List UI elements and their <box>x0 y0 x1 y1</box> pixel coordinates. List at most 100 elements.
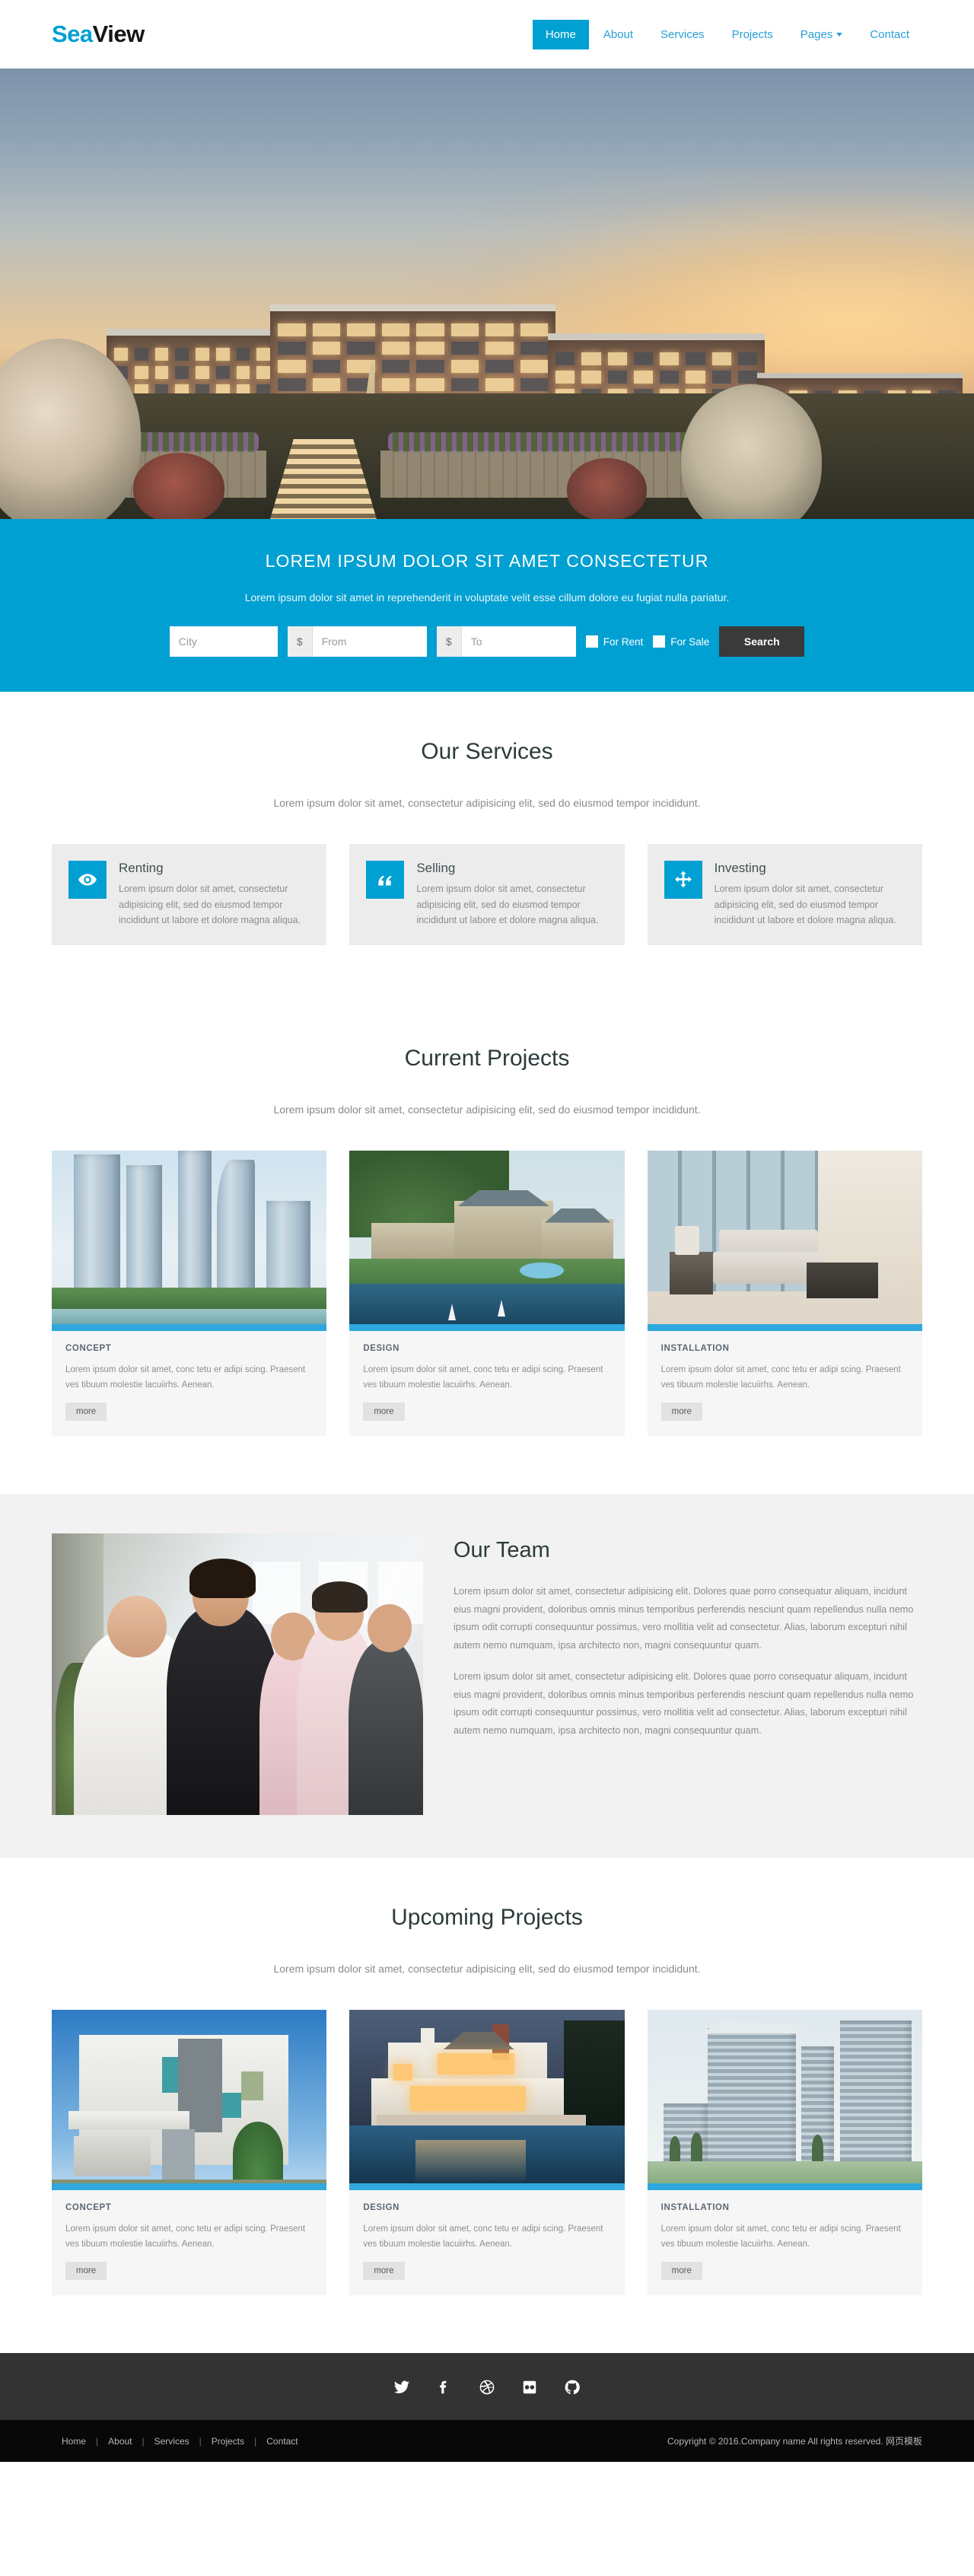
project-more-button[interactable]: more <box>65 2262 107 2281</box>
price-to-input[interactable] <box>461 626 576 657</box>
band-heading: LOREM IPSUM DOLOR SIT AMET CONSECTETUR <box>265 551 709 571</box>
search-button[interactable]: Search <box>719 626 805 657</box>
project-thumbnail-interior <box>647 1150 922 1331</box>
project-text: Lorem ipsum dolor sit amet, conc tetu er… <box>660 1364 901 1390</box>
price-to-field-wrapper: $ <box>436 626 576 657</box>
site-logo[interactable]: SeaView <box>52 21 145 48</box>
facebook-icon[interactable] <box>436 2379 453 2396</box>
nav-item-about[interactable]: About <box>590 20 646 49</box>
nav-item-services[interactable]: Services <box>648 20 718 49</box>
project-text: Lorem ipsum dolor sit amet, conc tetu er… <box>65 1364 306 1390</box>
project-card[interactable]: DESIGN Lorem ipsum dolor sit amet, conc … <box>349 2010 625 2296</box>
upcoming-projects-row: CONCEPT Lorem ipsum dolor sit amet, conc… <box>52 2010 922 2345</box>
footer-link-home[interactable]: Home <box>52 2436 96 2447</box>
service-title: Selling <box>416 861 456 875</box>
project-text: Lorem ipsum dolor sit amet, conc tetu er… <box>363 2224 603 2250</box>
nav-item-contact[interactable]: Contact <box>857 20 922 49</box>
move-arrows-icon <box>664 861 702 899</box>
eye-icon <box>68 861 107 899</box>
hero-red-tree-right <box>567 458 647 519</box>
footer-link-projects[interactable]: Projects <box>202 2436 254 2447</box>
project-text: Lorem ipsum dolor sit amet, conc tetu er… <box>660 2224 901 2250</box>
current-projects-lead: Lorem ipsum dolor sit amet, consectetur … <box>273 1103 701 1116</box>
price-from-input[interactable] <box>312 626 427 657</box>
nav-item-home[interactable]: Home <box>532 19 589 49</box>
chevron-down-icon <box>836 33 843 37</box>
city-field-wrapper <box>169 626 278 657</box>
project-more-button[interactable]: more <box>660 1403 702 1422</box>
project-thumbnail-resort <box>349 1150 625 1331</box>
social-links <box>0 2379 974 2396</box>
for-sale-label: For Sale <box>670 635 710 648</box>
hero-image <box>0 68 974 519</box>
currency-icon-to: $ <box>436 626 462 657</box>
project-title: INSTALLATION <box>660 1343 730 1353</box>
footer-social-bar <box>0 2353 974 2421</box>
project-title: DESIGN <box>363 1343 400 1353</box>
current-projects-heading: Current Projects <box>404 1045 570 1071</box>
upcoming-projects-heading: Upcoming Projects <box>391 1905 583 1931</box>
project-thumbnail-villa <box>349 2010 625 2191</box>
nav-item-projects[interactable]: Projects <box>719 20 786 49</box>
footer-link-about[interactable]: About <box>98 2436 142 2447</box>
team-row: Our Team Lorem ipsum dolor sit amet, con… <box>52 1533 922 1816</box>
project-thumbnail-modern-house <box>52 2010 327 2191</box>
site-header: SeaView Home About Services Projects Pag… <box>0 0 974 68</box>
project-more-button[interactable]: more <box>65 1403 107 1422</box>
project-thumbnail-office-tower <box>647 2010 922 2191</box>
property-search-bar: $ $ For Rent For Sale Search <box>0 626 974 657</box>
service-title: Renting <box>119 861 164 875</box>
for-rent-checkbox[interactable]: For Rent <box>585 635 644 648</box>
service-text: Lorem ipsum dolor sit amet, consectetur … <box>119 884 301 926</box>
checkbox-box-sale[interactable] <box>653 635 666 648</box>
services-section: Our Services Lorem ipsum dolor sit amet,… <box>0 692 974 998</box>
footer-link-services[interactable]: Services <box>145 2436 199 2447</box>
project-title: CONCEPT <box>65 2203 112 2213</box>
twitter-icon[interactable] <box>393 2379 410 2396</box>
band-subheading: Lorem ipsum dolor sit amet in reprehende… <box>244 591 730 603</box>
team-paragraph: Lorem ipsum dolor sit amet, consectetur … <box>454 1586 914 1651</box>
project-title: INSTALLATION <box>660 2203 730 2213</box>
nav-item-pages[interactable]: Pages <box>788 20 856 49</box>
flickr-icon[interactable] <box>521 2379 538 2396</box>
logo-text-secondary: View <box>92 21 145 47</box>
project-card[interactable]: CONCEPT Lorem ipsum dolor sit amet, conc… <box>52 2010 327 2296</box>
project-more-button[interactable]: more <box>660 2262 702 2281</box>
project-card[interactable]: CONCEPT Lorem ipsum dolor sit amet, conc… <box>52 1150 327 1437</box>
service-card-renting[interactable]: Renting Lorem ipsum dolor sit amet, cons… <box>52 844 327 945</box>
service-card-investing[interactable]: Investing Lorem ipsum dolor sit amet, co… <box>647 844 922 945</box>
hero-retaining-wall-right <box>380 451 715 498</box>
for-rent-label: For Rent <box>603 635 644 648</box>
service-text: Lorem ipsum dolor sit amet, consectetur … <box>714 884 896 926</box>
team-text: Our Team Lorem ipsum dolor sit amet, con… <box>454 1533 922 1753</box>
current-projects-section: Current Projects Lorem ipsum dolor sit a… <box>0 998 974 1494</box>
project-card[interactable]: INSTALLATION Lorem ipsum dolor sit amet,… <box>647 2010 922 2296</box>
footer-link-contact[interactable]: Contact <box>256 2436 307 2447</box>
search-band: LOREM IPSUM DOLOR SIT AMET CONSECTETUR L… <box>0 519 974 692</box>
project-title: CONCEPT <box>65 1343 112 1353</box>
nav-item-pages-label: Pages <box>800 27 833 41</box>
github-icon[interactable] <box>564 2379 581 2396</box>
project-card[interactable]: DESIGN Lorem ipsum dolor sit amet, conc … <box>349 1150 625 1437</box>
quote-icon <box>366 861 405 899</box>
service-text: Lorem ipsum dolor sit amet, consectetur … <box>416 884 599 926</box>
dribbble-icon[interactable] <box>479 2379 495 2396</box>
logo-text-primary: Sea <box>52 21 93 47</box>
service-card-selling[interactable]: Selling Lorem ipsum dolor sit amet, cons… <box>349 844 625 945</box>
project-more-button[interactable]: more <box>363 2262 405 2281</box>
team-paragraph: Lorem ipsum dolor sit amet, consectetur … <box>454 1671 914 1736</box>
project-text: Lorem ipsum dolor sit amet, conc tetu er… <box>363 1364 603 1390</box>
footer-navigation: Home | About | Services | Projects | Con… <box>52 2436 308 2447</box>
team-photo <box>52 1533 423 1816</box>
main-navigation: Home About Services Projects Pages Conta… <box>532 19 922 49</box>
for-sale-checkbox[interactable]: For Sale <box>653 635 709 648</box>
current-projects-row: CONCEPT Lorem ipsum dolor sit amet, conc… <box>52 1150 922 1486</box>
hero-red-tree-left <box>133 453 224 519</box>
price-from-field-wrapper: $ <box>287 626 427 657</box>
project-more-button[interactable]: more <box>363 1403 405 1422</box>
checkbox-box-rent[interactable] <box>585 635 598 648</box>
city-input[interactable] <box>169 626 278 657</box>
services-heading: Our Services <box>421 739 553 764</box>
project-card[interactable]: INSTALLATION Lorem ipsum dolor sit amet,… <box>647 1150 922 1437</box>
project-text: Lorem ipsum dolor sit amet, conc tetu er… <box>65 2224 306 2250</box>
